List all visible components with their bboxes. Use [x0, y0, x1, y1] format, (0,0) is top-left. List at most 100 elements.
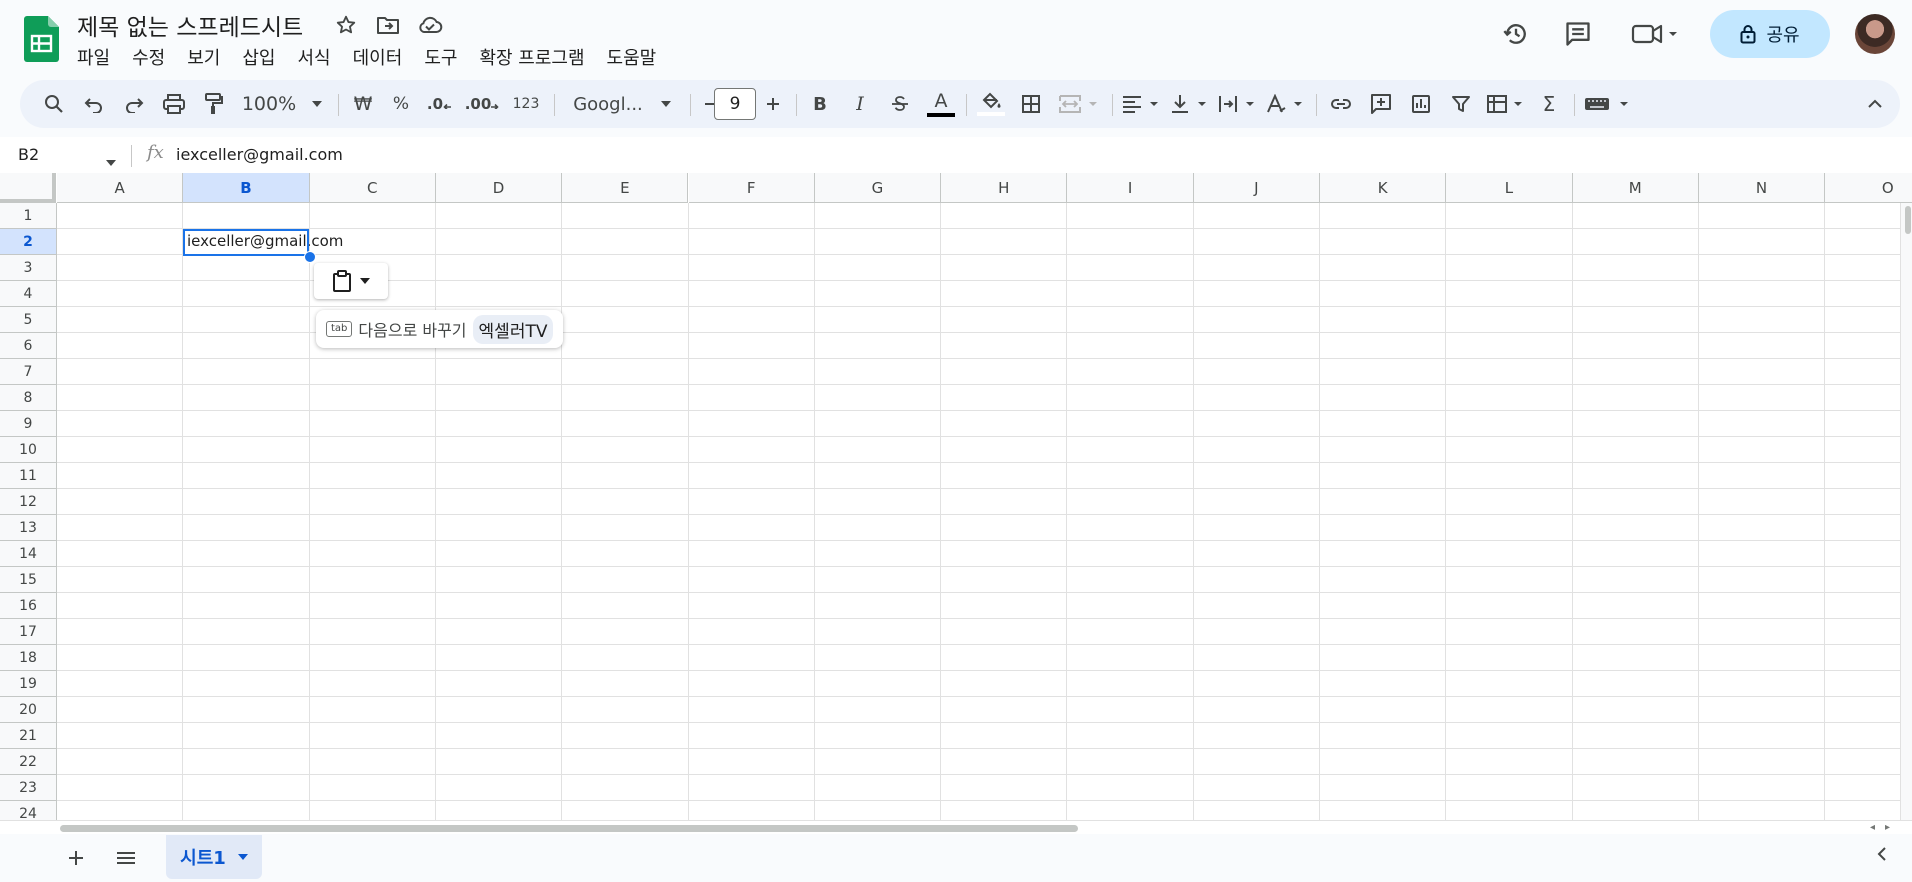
row-header-23[interactable]: 23	[0, 775, 57, 801]
filter-views-icon[interactable]	[1484, 80, 1528, 128]
menu-extensions[interactable]: 확장 프로그램	[468, 42, 595, 72]
text-wrapping-icon[interactable]	[1216, 80, 1260, 128]
column-header-h[interactable]: H	[941, 173, 1068, 203]
horizontal-align-icon[interactable]	[1120, 80, 1164, 128]
row-header-6[interactable]: 6	[0, 333, 57, 359]
row-header-16[interactable]: 16	[0, 593, 57, 619]
row-header-19[interactable]: 19	[0, 671, 57, 697]
column-header-o[interactable]: O	[1825, 173, 1912, 203]
comments-icon[interactable]	[1558, 14, 1598, 54]
input-tools-icon[interactable]	[1582, 80, 1638, 128]
menu-file[interactable]: 파일	[66, 42, 121, 72]
account-avatar[interactable]	[1855, 14, 1895, 54]
insert-comment-icon[interactable]	[1364, 80, 1398, 128]
spreadsheet-grid[interactable]: ABCDEFGHIJKLMNO 1 2 3 4 5 6 7 8 9 10 11 12 13 14 15 16 1…	[0, 173, 1912, 820]
bold-button[interactable]: B	[804, 80, 836, 128]
chevron-down-icon[interactable]	[237, 854, 248, 860]
column-header-n[interactable]: N	[1698, 173, 1826, 203]
column-header-j[interactable]: J	[1193, 173, 1320, 203]
filter-icon[interactable]	[1444, 80, 1478, 128]
row-header-5[interactable]: 5	[0, 307, 57, 333]
column-header-c[interactable]: C	[309, 173, 436, 203]
horizontal-scrollbar[interactable]: ◂ ▸	[0, 820, 1912, 834]
row-header-21[interactable]: 21	[0, 723, 57, 749]
star-icon[interactable]	[333, 12, 359, 38]
row-header-11[interactable]: 11	[0, 463, 57, 489]
column-header-l[interactable]: L	[1446, 173, 1573, 203]
borders-icon[interactable]	[1014, 80, 1048, 128]
print-icon[interactable]	[158, 80, 190, 128]
column-header-g[interactable]: G	[814, 173, 942, 203]
collapse-menus-icon[interactable]	[1858, 80, 1892, 128]
paint-format-icon[interactable]	[198, 80, 230, 128]
name-box[interactable]: B2	[18, 145, 39, 164]
menu-insert[interactable]: 삽입	[231, 42, 286, 72]
font-family-select[interactable]: Googl...	[562, 80, 682, 128]
more-formats-button[interactable]: 123	[506, 80, 546, 128]
search-menus-icon[interactable]	[38, 80, 70, 128]
vertical-align-icon[interactable]	[1168, 80, 1212, 128]
smart-fill-value[interactable]: 엑셀러TV	[472, 314, 554, 344]
paste-options-button[interactable]	[314, 263, 388, 299]
row-header-3[interactable]: 3	[0, 255, 57, 281]
row-header-14[interactable]: 14	[0, 541, 57, 567]
insert-chart-icon[interactable]	[1404, 80, 1438, 128]
version-history-icon[interactable]	[1496, 14, 1536, 54]
column-header-m[interactable]: M	[1572, 173, 1699, 203]
meet-video-icon[interactable]	[1626, 14, 1686, 54]
merge-cells-icon[interactable]	[1054, 80, 1104, 128]
format-percent-button[interactable]: %	[384, 80, 418, 128]
redo-icon[interactable]	[118, 80, 150, 128]
row-header-15[interactable]: 15	[0, 567, 57, 593]
column-header-b[interactable]: B	[183, 173, 310, 203]
cloud-saved-icon[interactable]	[417, 12, 443, 38]
fill-color-icon[interactable]	[974, 80, 1008, 128]
text-rotation-icon[interactable]	[1264, 80, 1308, 128]
side-panel-toggle-icon[interactable]	[1876, 846, 1888, 866]
row-header-1[interactable]: 1	[0, 203, 57, 229]
insert-link-icon[interactable]	[1324, 80, 1358, 128]
scroll-right-icon[interactable]: ▸	[1885, 822, 1890, 833]
text-color-button[interactable]: A	[924, 80, 958, 128]
column-header-d[interactable]: D	[435, 173, 563, 203]
document-title[interactable]: 제목 없는 스프레드시트	[77, 8, 303, 42]
column-header-f[interactable]: F	[688, 173, 815, 203]
row-header-22[interactable]: 22	[0, 749, 57, 775]
undo-icon[interactable]	[78, 80, 110, 128]
row-header-13[interactable]: 13	[0, 515, 57, 541]
row-header-9[interactable]: 9	[0, 411, 57, 437]
sheets-logo-icon[interactable]	[24, 16, 59, 62]
smart-fill-suggestion[interactable]: tab 다음으로 바꾸기 엑셀러TV	[316, 310, 564, 348]
menu-view[interactable]: 보기	[176, 42, 231, 72]
decrease-decimal-button[interactable]: .0	[422, 80, 456, 128]
formula-input[interactable]: iexceller@gmail.com	[176, 145, 343, 164]
row-header-2[interactable]: 2	[0, 229, 57, 255]
move-folder-icon[interactable]	[375, 12, 401, 38]
increase-decimal-button[interactable]: .00	[462, 80, 502, 128]
format-currency-button[interactable]: ₩	[346, 80, 380, 128]
sheet-tab[interactable]: 시트1	[166, 835, 262, 879]
horizontal-scroll-thumb[interactable]	[60, 825, 1078, 832]
add-sheet-icon[interactable]	[58, 842, 94, 874]
row-header-20[interactable]: 20	[0, 697, 57, 723]
menu-tools[interactable]: 도구	[413, 42, 468, 72]
menu-data[interactable]: 데이터	[342, 42, 414, 72]
row-header-18[interactable]: 18	[0, 645, 57, 671]
vertical-scroll-thumb[interactable]	[1905, 206, 1911, 234]
italic-button[interactable]: I	[844, 80, 876, 128]
row-header-10[interactable]: 10	[0, 437, 57, 463]
all-sheets-icon[interactable]	[108, 842, 144, 874]
menu-format[interactable]: 서식	[287, 42, 342, 72]
zoom-select[interactable]: 100%	[240, 80, 324, 128]
functions-button[interactable]: Σ	[1532, 80, 1566, 128]
row-header-12[interactable]: 12	[0, 489, 57, 515]
row-header-8[interactable]: 8	[0, 385, 57, 411]
row-header-4[interactable]: 4	[0, 281, 57, 307]
font-size-input[interactable]: 9	[714, 88, 756, 120]
chevron-down-icon[interactable]	[106, 151, 116, 170]
row-header-17[interactable]: 17	[0, 619, 57, 645]
column-header-a[interactable]: A	[57, 173, 184, 203]
scroll-left-icon[interactable]: ◂	[1870, 822, 1875, 833]
column-header-k[interactable]: K	[1320, 173, 1447, 203]
column-header-e[interactable]: E	[562, 173, 689, 203]
